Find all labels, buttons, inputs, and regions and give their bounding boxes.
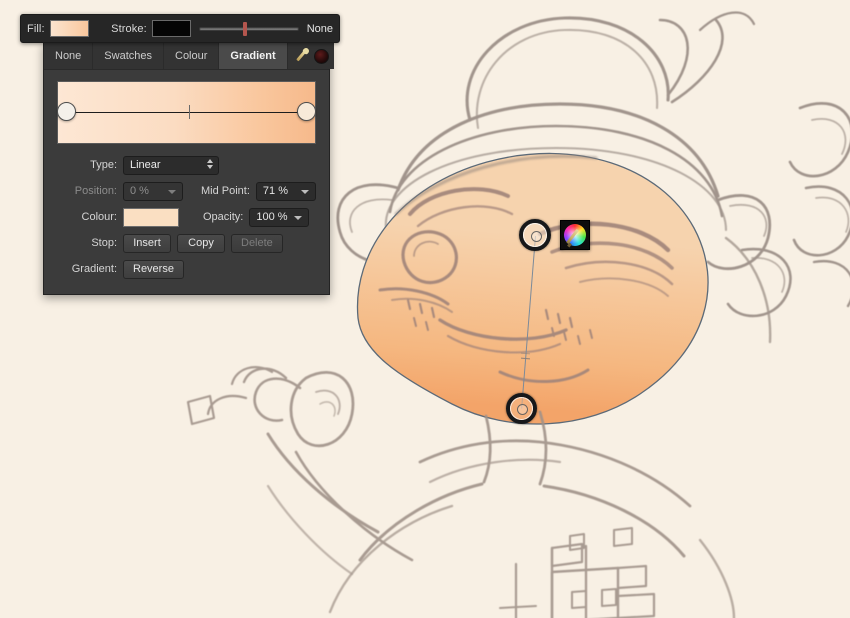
- eyedropper-tip-icon: [567, 242, 572, 248]
- type-select[interactable]: Linear: [123, 155, 219, 175]
- gradient-preview-area[interactable]: [57, 81, 316, 144]
- colour-wheel-icon: [564, 224, 586, 248]
- type-value: Linear: [130, 159, 161, 171]
- reverse-gradient-button[interactable]: Reverse: [123, 259, 184, 279]
- tab-gradient[interactable]: Gradient: [219, 43, 288, 69]
- gradient-end-handle[interactable]: [506, 393, 537, 424]
- eyedropper-icon: [566, 228, 579, 245]
- slider-knob[interactable]: [243, 21, 248, 36]
- stroke-swatch[interactable]: [151, 20, 192, 37]
- gradient-preview-midpoint[interactable]: [189, 105, 191, 119]
- slider-track: [199, 26, 299, 31]
- insert-stop-button[interactable]: Insert: [123, 233, 171, 253]
- gradient-stop-start[interactable]: [57, 102, 76, 121]
- opacity-label: Opacity:: [203, 211, 244, 223]
- gradient-start-handle[interactable]: [519, 219, 551, 251]
- position-value: 0 %: [130, 185, 149, 197]
- stop-label: Stop:: [91, 237, 117, 249]
- handle-pip: [517, 404, 528, 415]
- mid-point-label: Mid Point:: [201, 185, 250, 197]
- row-stop-buttons: Stop: Insert Copy Delete: [44, 230, 329, 256]
- gradient-stop-end[interactable]: [297, 102, 316, 121]
- mid-point-field[interactable]: 71 %: [255, 181, 316, 201]
- chevron-down-icon[interactable]: [300, 189, 309, 194]
- fill-label: Fill:: [27, 22, 45, 35]
- chevron-up-icon[interactable]: [207, 158, 213, 163]
- copy-stop-button[interactable]: Copy: [177, 233, 225, 253]
- stroke-width-value: None: [306, 22, 334, 35]
- chevron-down-icon[interactable]: [207, 164, 213, 169]
- opacity-field[interactable]: 100 %: [249, 207, 310, 227]
- stroke-width-slider[interactable]: [199, 21, 299, 36]
- colour-label: Colour:: [81, 211, 117, 223]
- colour-swatch-field[interactable]: [123, 207, 179, 227]
- current-colour-swatch[interactable]: [313, 48, 329, 64]
- position-label: Position:: [74, 185, 117, 197]
- gradient-label: Gradient:: [71, 263, 117, 275]
- fill-swatch[interactable]: [49, 20, 90, 37]
- row-colour-opacity: Colour: Opacity: 100 %: [44, 204, 329, 230]
- delete-stop-button: Delete: [231, 233, 283, 253]
- panel-tools: [287, 43, 334, 69]
- chevron-down-icon[interactable]: [168, 189, 176, 194]
- stroke-label: Stroke:: [111, 22, 147, 35]
- gradient-preview-axis: [67, 112, 306, 113]
- stepper-arrows[interactable]: [207, 158, 213, 169]
- colour-picker-button[interactable]: [560, 220, 590, 250]
- row-gradient-reverse: Gradient: Reverse: [44, 256, 329, 282]
- mid-point-value: 71 %: [262, 185, 288, 197]
- opacity-value: 100 %: [256, 211, 288, 223]
- eyedropper-icon[interactable]: [293, 46, 311, 64]
- tab-none[interactable]: None: [44, 43, 94, 69]
- gradient-form: Type: Linear Position: 0 % Mid Point: 71…: [44, 144, 329, 282]
- tab-colour[interactable]: Colour: [164, 43, 220, 69]
- gradient-panel: None Swatches Colour Gradient Type: Line…: [43, 42, 334, 295]
- fill-stroke-toolbar: Fill: Stroke: None: [20, 14, 340, 43]
- chevron-down-icon[interactable]: [294, 215, 303, 220]
- position-field[interactable]: 0 %: [123, 181, 183, 201]
- tab-swatches[interactable]: Swatches: [93, 43, 164, 69]
- panel-tab-strip: None Swatches Colour Gradient: [44, 43, 334, 70]
- handle-pip: [530, 230, 542, 242]
- row-type: Type: Linear: [44, 152, 329, 178]
- type-label: Type:: [90, 159, 117, 171]
- row-position-midpoint: Position: 0 % Mid Point: 71 %: [44, 178, 329, 204]
